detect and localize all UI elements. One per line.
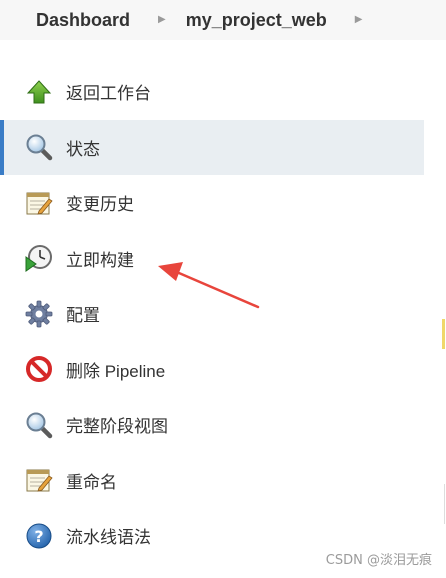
no-entry-icon: [24, 354, 54, 384]
search-icon: [24, 132, 54, 162]
breadcrumb: Dashboard ▶ my_project_web ▶: [0, 0, 446, 40]
sidebar-item-label: 删除 Pipeline: [66, 361, 166, 381]
sidebar-item-label: 立即构建: [66, 250, 134, 270]
sidebar-item-label: 完整阶段视图: [66, 417, 168, 437]
breadcrumb-separator-icon: ▶: [158, 13, 166, 25]
gear-icon: [24, 299, 54, 329]
sidebar-item-status[interactable]: 状态: [0, 119, 424, 175]
notepad-icon: [24, 465, 54, 495]
svg-text:?: ?: [34, 527, 43, 546]
sidebar-item-label: 返回工作台: [66, 84, 151, 104]
sidebar: 返回工作台 状态 变更历史 立即构建 配置 删除 Pipeline 完整阶段视图…: [0, 64, 424, 564]
content-edge: [424, 64, 446, 578]
sidebar-item-changes[interactable]: 变更历史: [0, 175, 424, 231]
sidebar-item-build-now[interactable]: 立即构建: [0, 231, 424, 287]
search-icon: [24, 410, 54, 440]
sidebar-item-label: 状态: [66, 139, 100, 159]
notepad-icon: [24, 188, 54, 218]
build-clock-icon: [24, 243, 54, 273]
help-icon: ?: [24, 521, 54, 551]
breadcrumb-dashboard[interactable]: Dashboard: [36, 10, 130, 31]
sidebar-item-full-stage-view[interactable]: 完整阶段视图: [0, 397, 424, 453]
sidebar-item-back-to-dashboard[interactable]: 返回工作台: [0, 64, 424, 120]
sidebar-item-label: 重命名: [66, 472, 117, 492]
sidebar-item-label: 流水线语法: [66, 528, 151, 548]
sidebar-item-label: 配置: [66, 306, 100, 326]
edge-marker: [442, 319, 445, 349]
up-arrow-icon: [24, 77, 54, 107]
breadcrumb-separator-icon[interactable]: ▶: [355, 14, 363, 25]
sidebar-item-configure[interactable]: 配置: [0, 286, 424, 342]
edge-divider: [444, 484, 445, 524]
sidebar-item-label: 变更历史: [66, 195, 134, 215]
breadcrumb-project[interactable]: my_project_web: [186, 10, 327, 31]
sidebar-item-rename[interactable]: 重命名: [0, 453, 424, 509]
sidebar-item-delete-pipeline[interactable]: 删除 Pipeline: [0, 342, 424, 398]
watermark: CSDN @淡泪无痕: [325, 553, 432, 568]
